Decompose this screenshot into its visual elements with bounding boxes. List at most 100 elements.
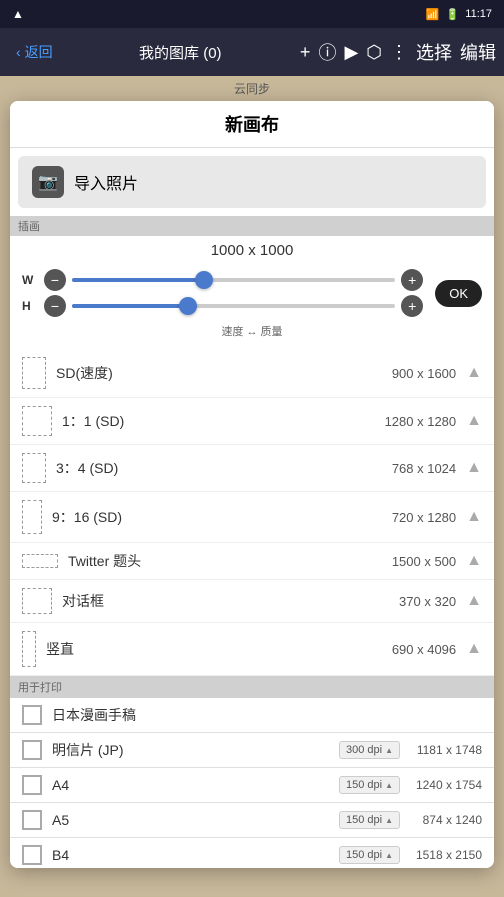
signal-icon: ▲ (12, 7, 24, 21)
preset-thumb (22, 357, 46, 389)
width-slider-row: W − + (22, 269, 423, 291)
print-size: 1240 x 1754 (410, 778, 482, 792)
preset-size: 1500 x 500 (392, 554, 456, 569)
edit-button[interactable]: 编辑 (460, 39, 496, 65)
dpi-badge[interactable]: 150 dpi (339, 811, 400, 829)
width-value: 1000 (211, 242, 244, 259)
print-checkbox[interactable] (22, 705, 42, 725)
print-name: A4 (52, 777, 329, 793)
more-icon[interactable]: ⋮ (390, 42, 408, 63)
width-minus-button[interactable]: − (44, 269, 66, 291)
print-item[interactable]: A5 150 dpi 874 x 1240 (10, 803, 494, 838)
back-label: 返回 (25, 42, 53, 62)
top-nav: ‹ 返回 我的图库 (0) + ⓘ ▶ ⬡ ⋮ 选择 编辑 (0, 28, 504, 76)
width-slider-fill (72, 278, 201, 282)
preset-thumb (22, 631, 36, 667)
preset-name: Twitter 题头 (68, 551, 382, 571)
new-canvas-modal: 新画布 📷 导入照片 插画 1000 x 1000 W − (10, 101, 494, 868)
print-size: 1518 x 2150 (410, 848, 482, 862)
print-size: 1181 x 1748 (410, 743, 482, 757)
modal-scroll-area[interactable]: 📷 导入照片 插画 1000 x 1000 W − (10, 148, 494, 868)
width-plus-button[interactable]: + (401, 269, 423, 291)
play-icon[interactable]: ▶ (344, 42, 358, 63)
preset-size: 768 x 1024 (392, 461, 456, 476)
status-bar: ▲ 📶 🔋 11:17 (0, 0, 504, 28)
print-item[interactable]: B4 150 dpi 1518 x 2150 (10, 838, 494, 868)
preset-arrow-icon: ▲ (466, 412, 482, 430)
print-item[interactable]: 日本漫画手稿 (10, 698, 494, 733)
preset-thumb (22, 453, 46, 483)
preset-thumb (22, 588, 52, 614)
print-size: 874 x 1240 (410, 813, 482, 827)
height-value: 1000 (260, 242, 293, 259)
print-checkbox[interactable] (22, 740, 42, 760)
status-left: ▲ (12, 7, 24, 21)
print-checkbox[interactable] (22, 845, 42, 865)
preset-thumb (22, 500, 42, 534)
preset-arrow-icon: ▲ (466, 508, 482, 526)
nav-title: 我的图库 (0) (61, 42, 300, 63)
print-name: 日本漫画手稿 (52, 705, 482, 725)
preset-item[interactable]: Twitter 题头 1500 x 500 ▲ (10, 543, 494, 580)
share-icon[interactable]: ⬡ (366, 42, 382, 63)
camera-icon: 📷 (32, 166, 64, 198)
preset-arrow-icon: ▲ (466, 592, 482, 610)
size-display: 1000 x 1000 (22, 242, 482, 259)
print-item[interactable]: A4 150 dpi 1240 x 1754 (10, 768, 494, 803)
import-photo-section[interactable]: 📷 导入照片 (18, 156, 486, 208)
modal-title: 新画布 (10, 101, 494, 148)
print-item[interactable]: 明信片 (JP) 300 dpi 1181 x 1748 (10, 733, 494, 768)
drawing-section-label: 插画 (10, 216, 494, 236)
add-icon[interactable]: + (300, 42, 311, 63)
preset-item[interactable]: SD(速度) 900 x 1600 ▲ (10, 349, 494, 398)
preset-arrow-icon: ▲ (466, 552, 482, 570)
battery-icon: 🔋 (446, 8, 460, 21)
print-checkbox[interactable] (22, 775, 42, 795)
preset-arrow-icon: ▲ (466, 459, 482, 477)
dpi-badge[interactable]: 150 dpi (339, 776, 400, 794)
print-name: B4 (52, 847, 329, 863)
height-slider-fill (72, 304, 185, 308)
preset-thumb (22, 554, 58, 568)
dpi-badge[interactable]: 300 dpi (339, 741, 400, 759)
height-minus-button[interactable]: − (44, 295, 66, 317)
height-slider-row: H − + (22, 295, 423, 317)
custom-size-ok-button[interactable]: OK (435, 280, 482, 307)
height-slider-thumb (179, 297, 197, 315)
preset-item[interactable]: 对话框 370 x 320 ▲ (10, 580, 494, 623)
dpi-badge[interactable]: 150 dpi (339, 846, 400, 864)
height-label: H (22, 299, 38, 313)
preset-size: 690 x 4096 (392, 642, 456, 657)
width-slider-track[interactable] (72, 278, 395, 282)
preset-arrow-icon: ▲ (466, 640, 482, 658)
preset-item[interactable]: 9：16 (SD) 720 x 1280 ▲ (10, 492, 494, 543)
nav-actions: + ⓘ ▶ ⬡ ⋮ 选择 编辑 (300, 39, 496, 65)
preset-name: 3：4 (SD) (56, 458, 382, 478)
speed-quality-label: 速度 ↔ 质量 (22, 321, 482, 343)
status-right: 📶 🔋 11:17 (426, 8, 492, 21)
print-name: A5 (52, 812, 329, 828)
height-plus-button[interactable]: + (401, 295, 423, 317)
preset-name: 竖直 (46, 639, 382, 659)
back-button[interactable]: ‹ 返回 (8, 38, 61, 66)
height-slider-track[interactable] (72, 304, 395, 308)
preset-size: 1280 x 1280 (385, 414, 457, 429)
size-separator: x (248, 242, 256, 259)
info-icon[interactable]: ⓘ (318, 39, 336, 65)
preset-item[interactable]: 竖直 690 x 4096 ▲ (10, 623, 494, 676)
preset-size: 900 x 1600 (392, 366, 456, 381)
preset-thumb (22, 406, 52, 436)
preset-item[interactable]: 3：4 (SD) 768 x 1024 ▲ (10, 445, 494, 492)
print-name: 明信片 (JP) (52, 740, 329, 760)
preset-item[interactable]: 1：1 (SD) 1280 x 1280 ▲ (10, 398, 494, 445)
print-checkbox[interactable] (22, 810, 42, 830)
time-display: 11:17 (465, 8, 492, 20)
preset-name: SD(速度) (56, 363, 382, 383)
select-button[interactable]: 选择 (416, 39, 452, 65)
wifi-icon: 📶 (426, 8, 440, 21)
preset-size: 720 x 1280 (392, 510, 456, 525)
preset-name: 对话框 (62, 591, 389, 611)
print-section-label: 用于打印 (10, 676, 494, 698)
cloud-sync-label: 云同步 (0, 76, 504, 101)
preset-name: 1：1 (SD) (62, 411, 375, 431)
